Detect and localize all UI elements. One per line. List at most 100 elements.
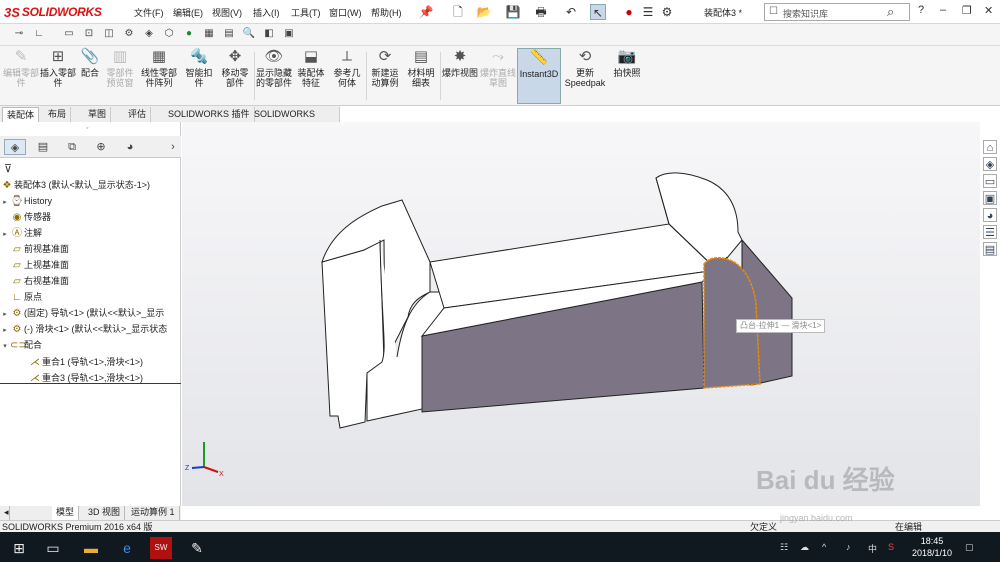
file-properties-icon[interactable]: ☰ [640,4,656,20]
system-clock[interactable]: 18:45 2018/1/10 [912,535,952,559]
show-hidden-components-button[interactable]: 👁 显示隐藏的零部件 [256,48,292,104]
assembly-model[interactable] [182,122,980,506]
graphics-area[interactable]: ⌕ ⌕ ↶ ◩ ◪ ◈ ▣ ◐ ◕ ◒ ▭ ◫ – ❐ ✕ Z X [182,122,980,506]
tab-sketch[interactable]: 草图 [84,107,112,122]
tree-item-origin[interactable]: ∟ 原点 [0,289,181,305]
ime-indicator[interactable]: 中 [868,542,877,555]
display-style-icon[interactable]: ▣ [572,122,586,123]
apply-scene-icon[interactable]: ◒ [629,122,643,123]
configuration-manager-tab-icon[interactable]: ⧉ [61,139,83,155]
filter-icon[interactable]: ⊽ [4,162,12,175]
menu-tools[interactable]: 工具(T) [291,6,321,19]
help-icon[interactable]: ? [918,4,924,16]
layers-tool-icon[interactable]: ▤ [222,27,236,41]
grid-tool-icon[interactable]: ▦ [202,27,216,41]
save-icon[interactable]: 💾 [505,4,521,20]
tree-item-right-plane[interactable]: ▱ 右视基准面 [0,273,181,289]
search-input[interactable]: ☐ 搜索知识库 ⌕ [764,3,910,21]
mate-button[interactable]: 📎 配合 [77,48,103,104]
sketch-tool-icon[interactable]: ⊸ [12,27,26,41]
new-document-icon[interactable]: 🗋 [450,4,466,20]
property-manager-tab-icon[interactable]: ▤ [32,139,54,155]
section-view-icon[interactable]: ◩ [515,122,529,123]
tab-evaluate[interactable]: 评估 [124,107,152,122]
network-icon[interactable]: ☷ [780,542,788,553]
tree-item-coincident1[interactable]: ⋌ 重合1 (导轨<1>,滑块<1>) [0,354,181,370]
wechat-icon[interactable]: ☁ [800,542,809,553]
tab-model[interactable]: 模型 [52,506,80,520]
select-icon[interactable]: ↖ [590,4,606,20]
dimension-icon[interactable]: ∟ [32,27,46,41]
edit-appearance-icon[interactable]: ◕ [610,122,624,123]
expand-panel-chevron-icon[interactable]: › [162,139,184,155]
component-tool-icon[interactable]: ◫ [102,27,116,41]
tab-layout[interactable]: 布局 [44,107,72,122]
view-settings-icon[interactable]: ▭ [648,122,662,123]
previous-view-icon[interactable]: ↶ [496,122,510,123]
instant3d-button[interactable]: 📏 Instant3D [517,48,561,104]
menu-window[interactable]: 窗口(W) [329,6,362,19]
location-tool-icon[interactable]: ● [182,27,196,41]
component-preview-button[interactable]: ▥ 零部件预览窗 [104,48,136,104]
design-library-icon[interactable]: ◈ [983,157,997,171]
tree-item-slider[interactable]: ▸ ⚙ (-) 滑块<1> (默认<<默认>_显示状态 [0,321,181,337]
tree-item-top-plane[interactable]: ▱ 上视基准面 [0,257,181,273]
dimxpert-tab-icon[interactable]: ⊕ [90,139,112,155]
insert-component-button[interactable]: ⊞ 插入零部件 [40,48,76,104]
take-snapshot-button[interactable]: 📷 拍快照 [610,48,644,104]
search-icon[interactable]: ⌕ [887,4,894,20]
tree-item-mates[interactable]: ▾ ⊂⊃配合 [0,337,181,353]
tree-item-rail[interactable]: ▸ ⚙ (固定) 导轨<1> (默认<<默认>_显示 [0,305,181,321]
cube-tool-icon[interactable]: ◈ [142,27,156,41]
tab-solidworks-mbd[interactable]: SOLIDWORKS MBD [250,107,340,133]
menu-view[interactable]: 视图(V) [212,6,242,19]
view-orientation-icon[interactable]: ◈ [553,122,567,123]
exploded-view-button[interactable]: ✸ 爆炸视图 [442,48,478,104]
menu-edit[interactable]: 编辑(E) [173,6,203,19]
viewport-restore-icon[interactable]: ◫ [902,122,912,123]
solidworks-logo[interactable]: 3S SOLIDWORKS [4,4,102,20]
tree-item-history[interactable]: ▸ ⌚History [0,193,181,209]
tray-expand-icon[interactable]: ^ [822,542,826,552]
bill-of-materials-button[interactable]: ▤ 材料明细表 [404,48,438,104]
tab-3d-views[interactable]: 3D 视图 [84,506,126,520]
menu-help[interactable]: 帮助(H) [371,6,402,19]
menu-insert[interactable]: 插入(I) [253,6,280,19]
tree-item-annotations[interactable]: ▸ Ⓐ 注解 [0,225,181,241]
linear-pattern-button[interactable]: ▦ 线性零部件阵列 [138,48,180,104]
options-gear-icon[interactable]: ⚙ [659,4,675,20]
rollback-bar[interactable] [0,383,181,384]
tree-item-sensors[interactable]: ◉ 传感器 [0,209,181,225]
zoom-to-fit-icon[interactable]: ⌕ [458,122,472,123]
viewport-maximize-icon[interactable]: ❐ [940,122,950,123]
display-manager-tab-icon[interactable]: ◕ [119,139,141,155]
shape-tool-icon[interactable]: ⬡ [162,27,176,41]
sogou-ime-icon[interactable]: S [888,542,894,552]
tree-root-assembly[interactable]: ❖ 装配体3 (默认<默认_显示状态-1>) [0,177,181,193]
notifications-icon[interactable]: ▢ [965,542,974,553]
new-motion-study-button[interactable]: ⟳ 新建运动算例 [368,48,402,104]
view-tool-icon[interactable]: ◧ [262,27,276,41]
home-icon[interactable]: ⌂ [983,140,997,154]
tab-solidworks-addins[interactable]: SOLIDWORKS 插件 [164,107,255,122]
open-icon[interactable]: 📂 [476,4,492,20]
rectangle-tool-icon[interactable]: ▭ [62,27,76,41]
tab-scroll-icon[interactable]: ◂ [0,506,10,520]
volume-icon[interactable]: ♪ [846,542,851,552]
tab-assembly[interactable]: 装配体 [2,107,40,122]
mate-tool-icon[interactable]: ⊡ [82,27,96,41]
dynamic-annotation-icon[interactable]: ◪ [534,122,548,123]
move-component-button[interactable]: ✥ 移动零部件 [218,48,252,104]
hide-show-items-icon[interactable]: ◐ [591,122,605,123]
feature-manager-tab-icon[interactable]: ◈ [4,139,26,155]
print-icon[interactable]: 🖶 [533,4,549,20]
minimize-button[interactable]: – [940,4,946,16]
update-speedpak-button[interactable]: ⟲ 更新Speedpak [564,48,606,104]
explode-line-sketch-button[interactable]: ⤳ 爆炸直线草图 [480,48,516,104]
custom-properties-icon[interactable]: ☰ [983,225,997,239]
file-explorer-icon[interactable]: ▭ [983,174,997,188]
panel-grip-icon[interactable]: ◦ [86,125,88,132]
viewport-close-icon[interactable]: ✕ [960,122,969,123]
reference-geometry-button[interactable]: ⟂ 参考几何体 [330,48,364,104]
solidworks-taskbar-icon[interactable]: SW [150,537,172,559]
